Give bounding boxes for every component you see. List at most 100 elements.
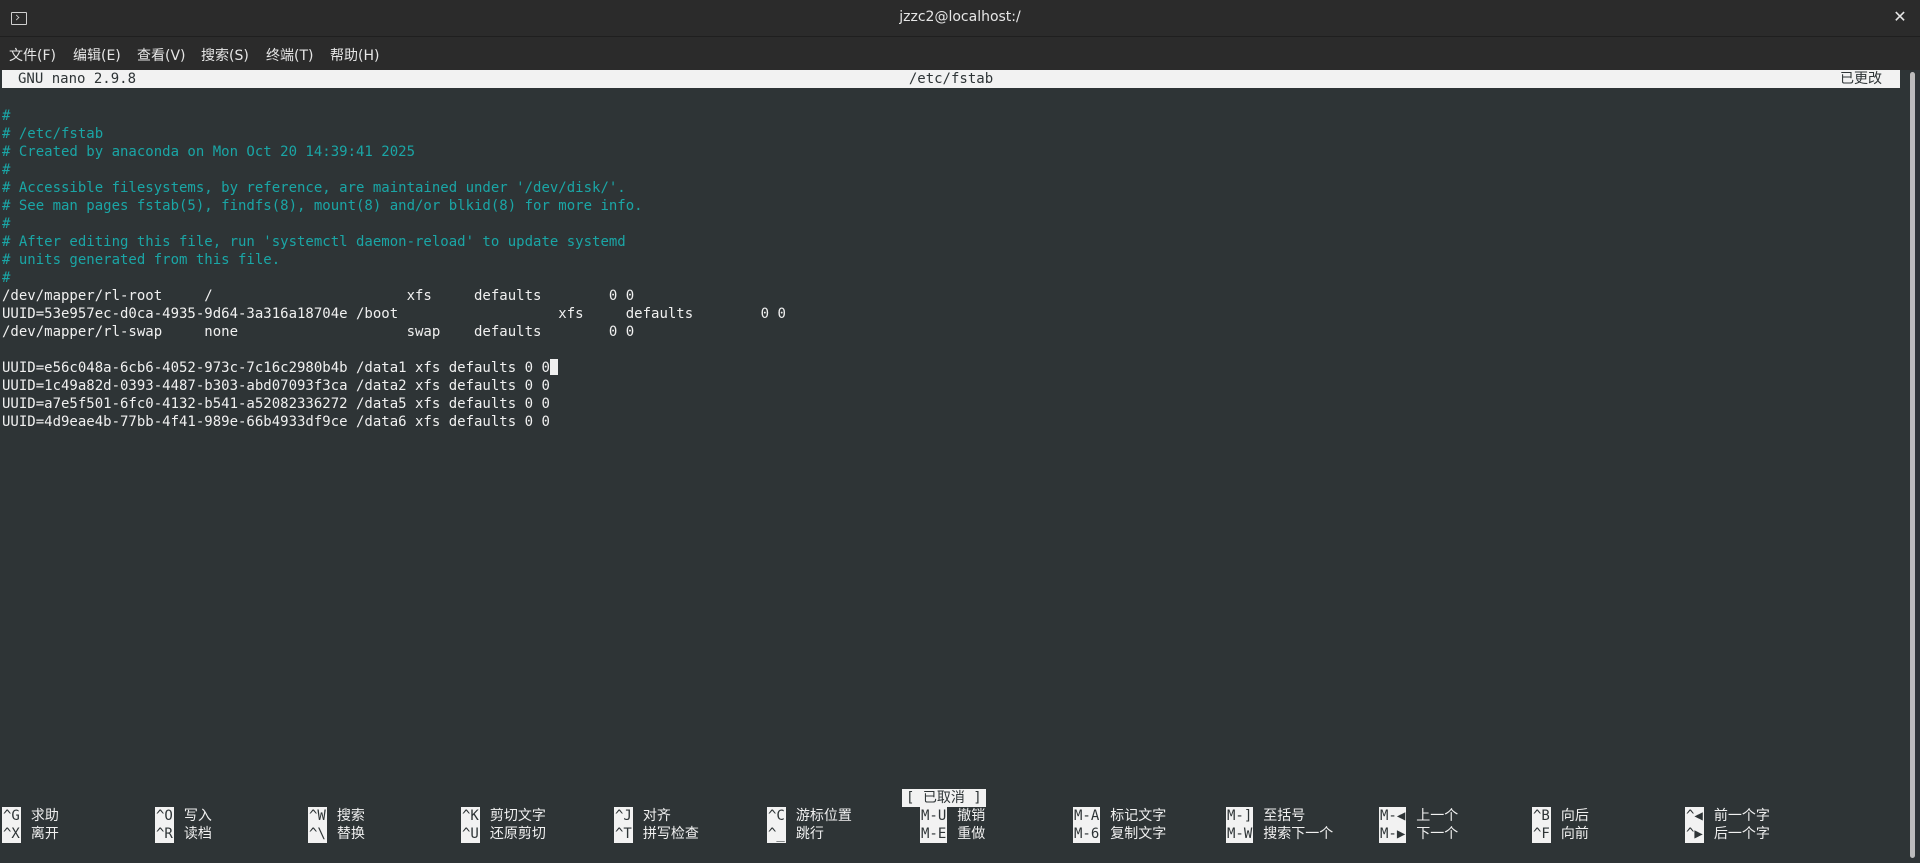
title-bar[interactable]: jzzc2@localhost:/ ✕ <box>0 0 1920 37</box>
shortcut-label: 上一个 <box>1416 808 1459 824</box>
config-line[interactable]: UUID=a7e5f501-6fc0-4132-b541-a5208233627… <box>2 395 550 413</box>
comment-line[interactable]: # <box>2 215 10 233</box>
status-message: [ 已取消 ] <box>902 789 986 807</box>
comment-line[interactable]: # <box>2 107 10 125</box>
shortcut-label: 重做 <box>957 826 986 842</box>
close-icon[interactable]: ✕ <box>1890 7 1910 27</box>
shortcut-item: ^W 搜索 <box>308 807 365 825</box>
shortcut-label: 向前 <box>1560 826 1589 842</box>
shortcut-key: M-W <box>1226 825 1254 843</box>
text-cursor <box>549 358 558 375</box>
shortcut-item: M-A 标记文字 <box>1073 807 1166 825</box>
comment-line[interactable]: # See man pages fstab(5), findfs(8), mou… <box>2 197 643 215</box>
shortcut-label: 下一个 <box>1416 826 1459 842</box>
comment-line[interactable]: # units generated from this file. <box>2 251 280 269</box>
line-text: # <box>2 161 11 178</box>
comment-line[interactable]: # Accessible filesystems, by reference, … <box>2 179 626 197</box>
shortcut-key: ^U <box>461 825 480 843</box>
menu-bar: 文件(F) 编辑(E) 查看(V) 搜索(S) 终端(T) 帮助(H) <box>0 37 1920 70</box>
config-line[interactable]: UUID=1c49a82d-0393-4487-b303-abd07093f3c… <box>2 377 550 395</box>
shortcut-item: ^_ 跳行 <box>767 825 824 843</box>
shortcut-item: M-W 搜索下一个 <box>1226 825 1333 843</box>
shortcut-key: M-E <box>920 825 948 843</box>
shortcut-key: M-] <box>1226 807 1254 825</box>
line-text: # Accessible filesystems, by reference, … <box>2 179 626 196</box>
line-text: /dev/mapper/rl-root / xfs defaults 0 0 <box>2 287 635 304</box>
shortcut-label: 跳行 <box>795 826 824 842</box>
line-text: UUID=53e957ec-d0ca-4935-9d64-3a316a18704… <box>2 305 786 322</box>
shortcut-item: ^K 剪切文字 <box>461 807 546 825</box>
line-text: UUID=1c49a82d-0393-4487-b303-abd07093f3c… <box>2 377 550 394</box>
shortcut-item: ^X 离开 <box>2 825 59 843</box>
window-title: jzzc2@localhost:/ <box>899 9 1021 25</box>
line-text: # Created by anaconda on Mon Oct 20 14:3… <box>2 143 416 160</box>
nano-filename: /etc/fstab <box>908 71 994 87</box>
menu-search[interactable]: 搜索(S) <box>201 45 249 65</box>
line-text: # <box>2 269 11 286</box>
config-line[interactable]: UUID=4d9eae4b-77bb-4f41-989e-66b4933df9c… <box>2 413 550 431</box>
terminal-content[interactable]: GNU nano 2.9.8 /etc/fstab 已更改 # # /etc/fs… <box>0 70 1906 863</box>
menu-help[interactable]: 帮助(H) <box>330 45 379 65</box>
line-text: UUID=4d9eae4b-77bb-4f41-989e-66b4933df9c… <box>2 413 550 430</box>
nano-header-bar: GNU nano 2.9.8 /etc/fstab 已更改 <box>2 70 1900 88</box>
shortcut-item: ^R 读档 <box>155 825 212 843</box>
comment-line[interactable]: # /etc/fstab <box>2 125 103 143</box>
shortcut-label: 至括号 <box>1263 808 1306 824</box>
shortcut-label: 前一个字 <box>1713 808 1770 824</box>
menu-view[interactable]: 查看(V) <box>137 45 186 65</box>
shortcut-item: ^U 还原剪切 <box>461 825 546 843</box>
shortcut-key: ^B <box>1532 807 1551 825</box>
shortcut-key: ^F <box>1532 825 1551 843</box>
shortcut-item: M-▶ 下一个 <box>1379 825 1458 843</box>
shortcut-key: ^O <box>155 807 174 825</box>
shortcut-item: ^G 求助 <box>2 807 59 825</box>
menu-terminal[interactable]: 终端(T) <box>266 45 313 65</box>
shortcut-key: ^▶ <box>1685 825 1704 843</box>
config-line[interactable]: /dev/mapper/rl-root / xfs defaults 0 0 <box>2 287 634 305</box>
scrollbar[interactable] <box>1906 70 1920 863</box>
line-text: # /etc/fstab <box>2 125 104 142</box>
shortcut-item: M-◀ 上一个 <box>1379 807 1458 825</box>
shortcut-label: 求助 <box>30 808 59 824</box>
shortcut-label: 还原剪切 <box>489 826 546 842</box>
line-text: # After editing this file, run 'systemct… <box>2 233 626 250</box>
scrollbar-thumb[interactable] <box>1910 72 1915 858</box>
shortcut-label: 读档 <box>183 826 212 842</box>
shortcut-item: ^O 写入 <box>155 807 212 825</box>
comment-line[interactable]: # Created by anaconda on Mon Oct 20 14:3… <box>2 143 415 161</box>
shortcut-key: ^J <box>614 807 633 825</box>
menu-file[interactable]: 文件(F) <box>9 45 56 65</box>
config-line[interactable]: UUID=53e957ec-d0ca-4935-9d64-3a316a18704… <box>2 305 786 323</box>
shortcut-label: 复制文字 <box>1110 826 1167 842</box>
shortcut-label: 标记文字 <box>1110 808 1167 824</box>
line-text: # <box>2 215 11 232</box>
shortcut-key: M-◀ <box>1379 807 1407 825</box>
shortcut-label: 写入 <box>183 808 212 824</box>
shortcut-key: ^◀ <box>1685 807 1704 825</box>
shortcut-item: ^▶ 后一个字 <box>1685 825 1770 843</box>
comment-line[interactable]: # After editing this file, run 'systemct… <box>2 233 626 251</box>
menu-edit[interactable]: 编辑(E) <box>73 45 121 65</box>
comment-line[interactable]: # <box>2 269 10 287</box>
shortcut-label: 搜索 <box>336 808 365 824</box>
shortcut-key: M-6 <box>1073 825 1101 843</box>
shortcut-item: ^T 拼写检查 <box>614 825 699 843</box>
shortcut-key: ^T <box>614 825 633 843</box>
line-text: # See man pages fstab(5), findfs(8), mou… <box>2 197 643 214</box>
shortcut-label: 拼写检查 <box>642 826 699 842</box>
shortcut-key: ^R <box>155 825 174 843</box>
shortcut-key: ^X <box>2 825 21 843</box>
config-line[interactable]: /dev/mapper/rl-swap none swap defaults 0… <box>2 323 634 341</box>
shortcut-key: ^\ <box>308 825 327 843</box>
shortcut-label: 替换 <box>336 826 365 842</box>
line-text: UUID=a7e5f501-6fc0-4132-b541-a5208233627… <box>2 395 550 412</box>
shortcut-key: M-U <box>920 807 948 825</box>
shortcut-key: M-▶ <box>1379 825 1407 843</box>
shortcut-item: M-E 重做 <box>920 825 985 843</box>
shortcut-label: 游标位置 <box>795 808 852 824</box>
comment-line[interactable]: # <box>2 161 10 179</box>
config-line[interactable]: UUID=e56c048a-6cb6-4052-973c-7c16c2980b4… <box>2 358 558 377</box>
shortcut-key: ^C <box>767 807 786 825</box>
shortcut-item: ^\ 替换 <box>308 825 365 843</box>
shortcut-item: ^J 对齐 <box>614 807 671 825</box>
